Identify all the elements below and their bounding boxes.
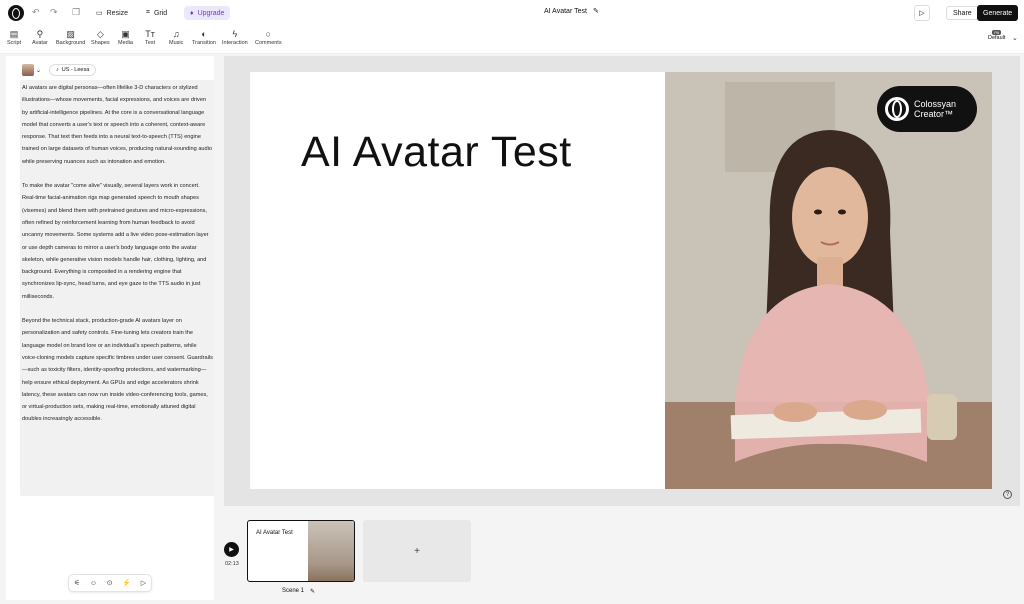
avatar-image[interactable]: Colossyan Creator™ <box>665 72 992 489</box>
tool-shapes[interactable]: ◇ Shapes <box>91 28 110 46</box>
upgrade-button[interactable]: ♦ Upgrade <box>184 6 231 20</box>
add-scene-button[interactable]: + <box>363 520 471 582</box>
slide-title[interactable]: AI Avatar Test <box>301 128 572 177</box>
generate-button[interactable]: Generate <box>977 5 1019 21</box>
avatar-thumbnail <box>22 64 34 76</box>
pause-icon[interactable]: ⊙ <box>107 579 113 587</box>
tool-bar: ▤ Script ⚲ Avatar ▨ Background ◇ Shapes ▣ Med… <box>0 26 1024 54</box>
voice-selector[interactable]: ♪ US - Leesa <box>49 64 97 76</box>
script-paragraph: To make the avatar "come alive" visually… <box>22 183 209 300</box>
background-icon: ▨ <box>66 29 75 39</box>
voice-icon: ♪ <box>56 67 59 73</box>
scene-thumbnail-title: AI Avatar Test <box>256 530 293 536</box>
comments-icon: ○ <box>265 29 272 39</box>
script-paragraph: Beyond the technical stack, production-g… <box>22 318 213 423</box>
tool-transition[interactable]: ◐ Transition <box>192 28 216 46</box>
script-paragraph: AI avatars are digital personas—often li… <box>22 85 213 165</box>
app-logo-icon[interactable] <box>8 5 24 21</box>
scene-label[interactable]: Scene 1 ✎ <box>282 588 315 595</box>
canvas-area: AI Avatar Test Colossyan Creator™ <box>224 56 1020 506</box>
media-icon: ▣ <box>121 29 130 39</box>
tool-avatar[interactable]: ⚲ Avatar <box>32 28 48 46</box>
avatar-selector[interactable]: ⌄ <box>22 64 41 76</box>
tool-media[interactable]: ▣ Media <box>118 28 133 46</box>
preview-play-button[interactable]: ▷ <box>914 5 930 21</box>
grid-button[interactable]: ⌗ Grid <box>140 6 173 20</box>
project-title[interactable]: AI Avatar Test ✎ <box>544 7 599 16</box>
pronunciation-icon[interactable]: ⚡ <box>122 579 131 587</box>
script-editor[interactable]: AI avatars are digital personas—often li… <box>20 80 214 496</box>
tool-music[interactable]: ♫ Music <box>169 28 183 46</box>
layout-selector[interactable]: PA Default <box>988 30 1005 41</box>
total-duration: 02:13 <box>225 561 239 567</box>
timeline-play-button[interactable]: ▶ <box>224 542 239 557</box>
redo-icon[interactable]: ↷ <box>50 7 58 18</box>
edit-pencil-icon[interactable]: ✎ <box>593 7 599 15</box>
transition-icon: ◐ <box>201 29 207 39</box>
undo-icon[interactable]: ↶ <box>32 7 40 18</box>
script-icon: ▤ <box>9 29 19 39</box>
gesture-icon[interactable]: ⚟ <box>74 579 80 587</box>
copy-icon[interactable]: ❐ <box>72 7 80 18</box>
timeline: ▶ 02:13 AI Avatar Test Scene 1 ✎ + <box>220 510 1024 604</box>
edit-pencil-icon[interactable]: ✎ <box>310 588 315 595</box>
script-panel: ⌄ ♪ US - Leesa AI avatars are digital pe… <box>6 56 214 600</box>
play-icon: ▷ <box>919 10 925 17</box>
resize-icon: ▭ <box>96 10 103 17</box>
help-icon[interactable]: ? <box>1003 490 1012 499</box>
tool-comments[interactable]: ○ Comments <box>255 28 282 46</box>
avatar-figure <box>665 72 992 489</box>
music-icon: ♫ <box>172 29 180 39</box>
avatar-icon: ⚲ <box>36 29 44 39</box>
resize-button[interactable]: ▭ Resize <box>90 6 134 20</box>
tool-background[interactable]: ▨ Background <box>56 28 85 46</box>
scene-thumbnail[interactable]: AI Avatar Test <box>247 520 355 582</box>
share-button[interactable]: Share <box>946 6 979 20</box>
tool-script[interactable]: ▤ Script <box>7 28 21 46</box>
diamond-icon: ♦ <box>190 9 194 17</box>
interaction-icon: ϟ <box>232 29 238 39</box>
colossyan-badge: Colossyan Creator™ <box>877 86 977 132</box>
tool-text[interactable]: Tт Text <box>145 28 155 46</box>
play-icon[interactable]: ▷ <box>141 579 146 587</box>
scene-thumbnail-image <box>308 521 354 581</box>
voice-row: ⌄ ♪ US - Leesa <box>22 64 97 76</box>
slide-canvas[interactable]: AI Avatar Test Colossyan Creator™ <box>250 72 992 489</box>
play-icon: ▶ <box>229 547 234 553</box>
text-icon: Tт <box>145 29 155 39</box>
script-tools: ⚟ ☺ ⊙ ⚡ ▷ <box>68 574 152 592</box>
grid-icon: ⌗ <box>146 9 150 16</box>
chevron-down-icon[interactable]: ⌄ <box>1012 34 1018 42</box>
emotion-icon[interactable]: ☺ <box>90 580 97 587</box>
chevron-down-icon: ⌄ <box>36 67 42 74</box>
top-bar: ↶ ↷ ❐ ▭ Resize ⌗ Grid ♦ Upgrade AI Avata… <box>0 0 1024 26</box>
shapes-icon: ◇ <box>96 29 104 39</box>
colossyan-logo-icon <box>885 97 909 121</box>
tool-interaction[interactable]: ϟ Interaction <box>222 28 248 46</box>
